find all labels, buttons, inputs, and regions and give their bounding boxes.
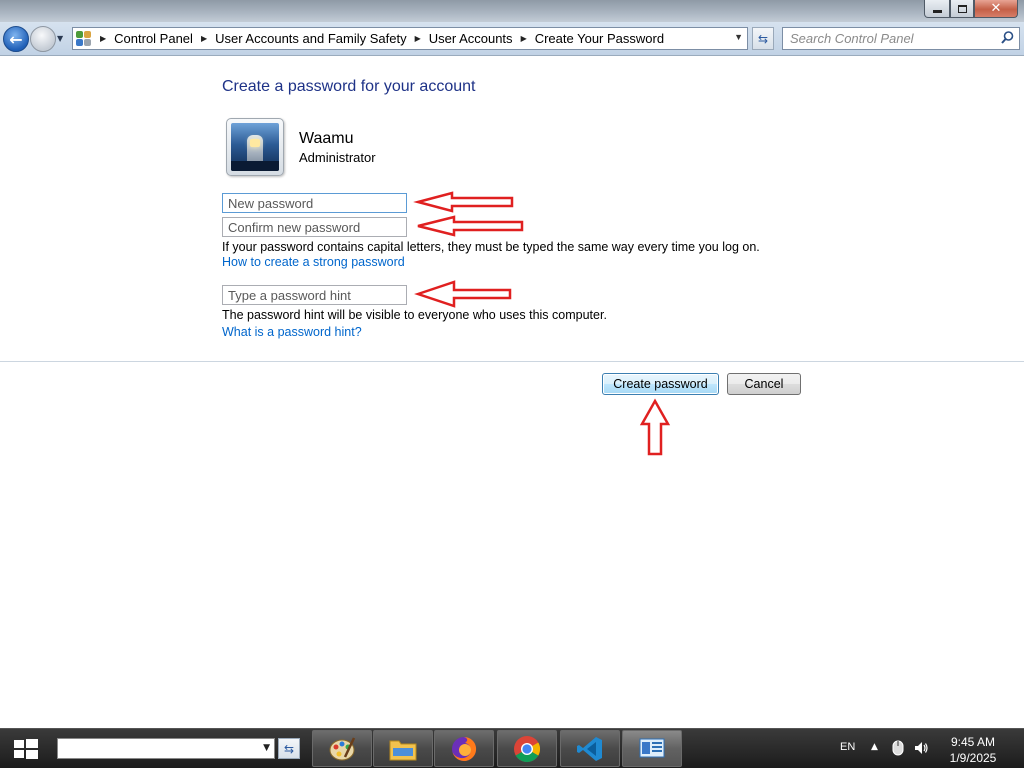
lighthouse-picture-icon xyxy=(231,123,279,171)
paint-icon xyxy=(329,736,356,760)
chevron-right-icon[interactable]: ▶ xyxy=(201,34,207,43)
confirm-password-field[interactable]: Confirm new password xyxy=(222,217,407,237)
hint-visibility-note: The password hint will be visible to eve… xyxy=(222,308,607,322)
refresh-button[interactable]: ⇆ xyxy=(752,27,774,50)
refresh-icon: ⇆ xyxy=(283,741,295,756)
user-avatar xyxy=(226,118,284,176)
taskbar: ▼ ⇆ EN ▲ 9:45 AM 1/9/2025 xyxy=(0,728,1024,768)
strong-password-link[interactable]: How to create a strong password xyxy=(222,255,405,269)
chrome-icon xyxy=(514,735,541,762)
create-password-button[interactable]: Create password xyxy=(602,373,719,395)
taskbar-app-firefox[interactable] xyxy=(434,730,494,767)
volume-icon[interactable] xyxy=(913,740,929,760)
main-content: Create a password for your account Waamu… xyxy=(0,57,1024,728)
refresh-icon: ⇆ xyxy=(757,31,769,46)
capital-letters-note: If your password contains capital letter… xyxy=(222,240,760,254)
firefox-icon xyxy=(452,736,477,761)
breadcrumb-user-accounts[interactable]: User Accounts xyxy=(429,31,513,46)
address-bar[interactable]: ▶ Control Panel ▶ User Accounts and Fami… xyxy=(72,27,748,50)
start-button[interactable] xyxy=(10,738,40,760)
taskbar-app-control-panel[interactable] xyxy=(622,730,682,767)
user-name: Waamu xyxy=(299,130,354,147)
address-dropdown-icon[interactable]: ▼ xyxy=(734,32,743,42)
maximize-button[interactable] xyxy=(950,0,974,18)
new-password-field[interactable]: New password xyxy=(222,193,407,213)
search-input[interactable]: Search Control Panel xyxy=(782,27,1020,50)
control-panel-icon xyxy=(639,738,665,757)
maximize-icon xyxy=(957,4,967,13)
forward-button[interactable] xyxy=(30,26,56,52)
chevron-right-icon[interactable]: ▶ xyxy=(100,34,106,43)
close-icon: ✕ xyxy=(990,1,1002,16)
password-hint-field[interactable]: Type a password hint xyxy=(222,285,407,305)
new-password-placeholder: New password xyxy=(228,195,314,211)
taskbar-app-vscode[interactable] xyxy=(560,730,620,767)
confirm-password-placeholder: Confirm new password xyxy=(228,219,361,235)
user-role: Administrator xyxy=(299,150,376,165)
chevron-right-icon[interactable]: ▶ xyxy=(521,34,527,43)
taskbar-app-paint[interactable] xyxy=(312,730,372,767)
search-icon[interactable] xyxy=(1001,31,1014,44)
close-button[interactable]: ✕ xyxy=(974,0,1018,18)
language-indicator[interactable]: EN xyxy=(840,741,855,753)
recent-pages-dropdown[interactable]: ▼ xyxy=(57,34,63,43)
windows-logo-icon xyxy=(14,740,24,748)
taskbar-go-button[interactable]: ⇆ xyxy=(278,738,300,759)
system-clock[interactable]: 9:45 AM 1/9/2025 xyxy=(942,734,1004,766)
minimize-button[interactable] xyxy=(924,0,950,18)
back-arrow-icon: ← xyxy=(9,29,23,49)
control-panel-icon xyxy=(76,30,92,47)
window-titlebar: ✕ xyxy=(0,0,1024,22)
file-explorer-icon xyxy=(389,740,417,760)
clock-time: 9:45 AM xyxy=(950,735,996,749)
vscode-icon xyxy=(577,736,602,761)
password-hint-help-link[interactable]: What is a password hint? xyxy=(222,325,362,339)
taskbar-app-chrome[interactable] xyxy=(497,730,557,767)
window-controls: ✕ xyxy=(924,0,1018,18)
breadcrumb-user-accounts-family-safety[interactable]: User Accounts and Family Safety xyxy=(215,31,406,46)
mouse-icon[interactable] xyxy=(892,740,904,760)
password-hint-placeholder: Type a password hint xyxy=(228,287,351,303)
clock-date: 1/9/2025 xyxy=(949,751,997,765)
taskbar-address-input[interactable]: ▼ xyxy=(57,738,275,759)
dropdown-icon[interactable]: ▼ xyxy=(263,743,270,753)
cancel-button[interactable]: Cancel xyxy=(727,373,801,395)
page-title: Create a password for your account xyxy=(222,78,476,95)
back-button[interactable]: ← xyxy=(3,26,29,52)
minimize-icon xyxy=(932,10,942,13)
navigation-bar: ← ▼ ▶ Control Panel ▶ User Accounts and … xyxy=(0,22,1024,56)
breadcrumb-create-your-password[interactable]: Create Your Password xyxy=(535,31,664,46)
show-hidden-icons-button[interactable]: ▲ xyxy=(871,742,878,752)
divider xyxy=(0,361,1024,362)
chevron-right-icon[interactable]: ▶ xyxy=(415,34,421,43)
search-placeholder: Search Control Panel xyxy=(790,31,914,46)
breadcrumb-control-panel[interactable]: Control Panel xyxy=(114,31,193,46)
taskbar-app-file-explorer[interactable] xyxy=(373,730,433,767)
